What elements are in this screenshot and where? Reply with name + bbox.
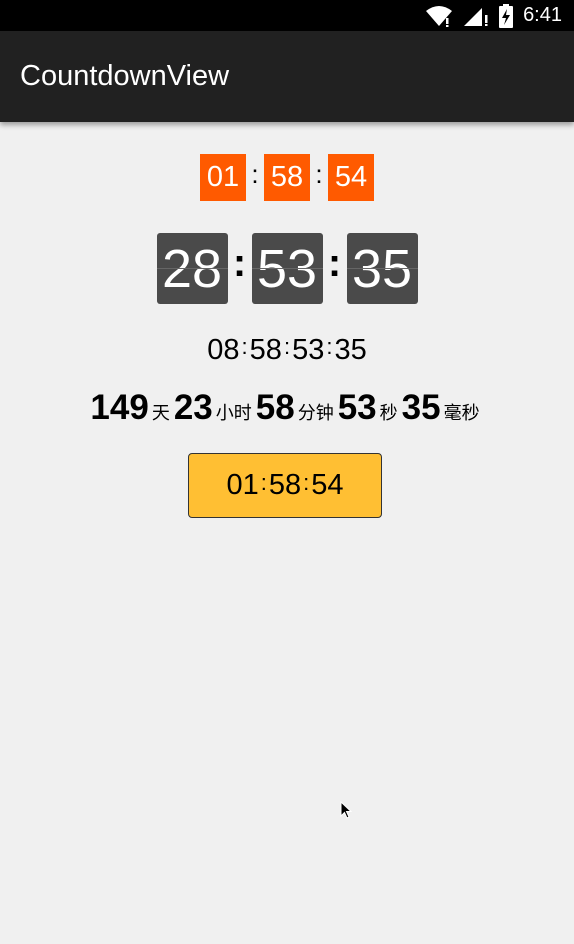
mouse-cursor-icon [340, 801, 352, 819]
orange-separator: : [315, 159, 323, 189]
ms-unit: 毫秒 [443, 403, 480, 423]
ms-value: 35 [401, 388, 441, 427]
signal-icon [464, 7, 488, 26]
orange-minutes: 58 [264, 154, 310, 201]
plain-separator: : [241, 334, 248, 359]
orange-countdown: 01 : 58 : 54 [0, 154, 574, 201]
gray-box-2: 53 [251, 233, 323, 304]
status-icons: 6:41 [425, 0, 562, 31]
unit-countdown: 149 天 23 小时 58 分钟 53 秒 35 毫秒 [0, 388, 574, 430]
status-bar: 6:41 [0, 0, 574, 31]
app-title: CountdownView [20, 60, 230, 92]
button-seconds: 54 [311, 469, 344, 501]
button-minutes: 58 [268, 469, 302, 501]
minutes-value: 58 [255, 388, 295, 427]
plain-value-1: 08 [207, 333, 240, 366]
yellow-countdown-button[interactable]: 01 : 58 : 54 [188, 453, 382, 518]
gray-separator: : [327, 241, 342, 285]
battery-charging-icon [499, 3, 514, 28]
gray-box-1: 28 [156, 233, 228, 304]
plain-value-3: 53 [292, 333, 325, 366]
seconds-value: 53 [337, 388, 377, 427]
content: 01 : 58 : 54 28 : 53 : 35 08 : 58 : 53 :… [0, 122, 574, 944]
plain-separator: : [283, 334, 291, 359]
plain-countdown: 08 : 58 : 53 : 35 [0, 332, 574, 368]
button-hours: 01 [226, 469, 259, 501]
wifi-icon [426, 5, 453, 27]
app-bar: CountdownView [0, 31, 574, 122]
minutes-unit: 分钟 [297, 403, 334, 423]
plain-separator: : [326, 334, 333, 359]
gray-separator: : [232, 241, 247, 285]
hours-value: 23 [173, 388, 213, 427]
seconds-unit: 秒 [379, 403, 398, 423]
orange-separator: : [251, 159, 259, 189]
gray-countdown: 28 : 53 : 35 [0, 233, 574, 304]
plain-value-2: 58 [249, 333, 282, 366]
days-value: 149 [90, 388, 149, 427]
plain-value-4: 35 [334, 333, 367, 366]
button-separator: : [260, 469, 267, 495]
gray-box-3: 35 [346, 233, 418, 304]
days-unit: 天 [151, 403, 170, 423]
status-time: 6:41 [523, 4, 562, 26]
orange-hours: 01 [200, 154, 246, 201]
orange-seconds: 54 [328, 154, 374, 201]
hours-unit: 小时 [215, 403, 252, 423]
button-separator: : [303, 469, 310, 495]
